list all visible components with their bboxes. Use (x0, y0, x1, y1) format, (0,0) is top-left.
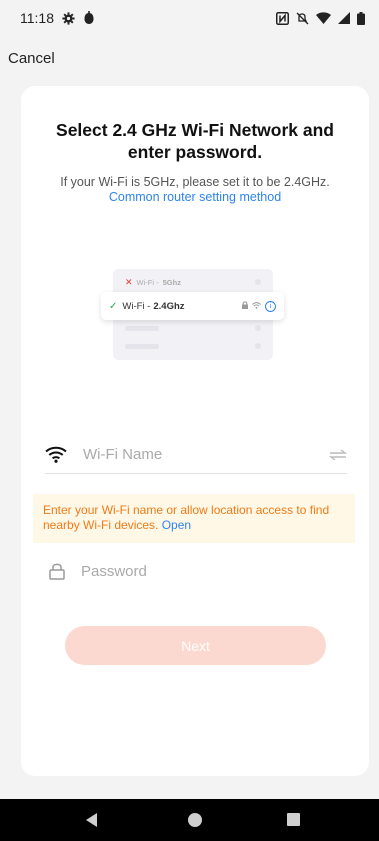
mute-icon (296, 12, 309, 25)
check-icon: ✓ (109, 300, 118, 312)
illustration-placeholder-bar (125, 344, 159, 349)
cell-signal-icon (338, 12, 350, 24)
password-input[interactable]: Password (81, 563, 147, 580)
wifi-icon (45, 446, 67, 463)
illustration-placeholder-bar (125, 326, 159, 331)
info-icon: i (265, 300, 276, 312)
illustration-dot (255, 325, 261, 331)
wifi-name-input[interactable]: Wi-Fi Name (83, 446, 329, 463)
wifi-signal-icon (316, 12, 331, 24)
illustration-dot (255, 343, 261, 349)
illustration-row-5ghz: ✕ Wi-Fi - 5Ghz (125, 277, 181, 288)
cross-icon: ✕ (125, 277, 133, 287)
illustration-dot (255, 279, 261, 285)
next-button[interactable]: Next (65, 626, 326, 665)
recent-apps-icon[interactable] (287, 813, 300, 826)
location-notice: Enter your Wi-Fi name or allow location … (33, 494, 355, 543)
switch-network-icon[interactable] (329, 448, 347, 461)
illustration-24ghz-prefix: Wi-Fi - (122, 300, 151, 312)
wifi-name-field[interactable]: Wi-Fi Name (45, 436, 347, 474)
illustration-24ghz-band: 2.4Ghz (153, 300, 185, 312)
illustration-5ghz-prefix: Wi-Fi - (136, 278, 159, 287)
subtitle: If your Wi-Fi is 5GHz, please set it to … (60, 175, 330, 189)
wifi-setup-card: Select 2.4 GHz Wi-Fi Network and enter p… (21, 86, 369, 776)
status-time: 11:18 (20, 10, 54, 26)
battery-icon (357, 11, 365, 25)
lock-icon (242, 301, 248, 311)
open-location-link[interactable]: Open (162, 518, 191, 532)
notification-icon (83, 11, 95, 25)
status-bar: 11:18 (0, 0, 379, 36)
illustration-5ghz-band: 5Ghz (162, 278, 181, 287)
gear-icon (62, 11, 75, 25)
password-field[interactable]: Password (49, 558, 347, 584)
router-setting-link[interactable]: Common router setting method (21, 190, 369, 204)
back-icon[interactable] (86, 813, 97, 827)
home-icon[interactable] (188, 813, 202, 827)
page-title: Select 2.4 GHz Wi-Fi Network and enter p… (56, 120, 334, 162)
wifi-icon (252, 301, 261, 311)
lock-icon (49, 562, 67, 580)
nfc-icon (276, 11, 289, 25)
navigation-bar (0, 799, 379, 841)
cancel-button[interactable]: Cancel (8, 50, 55, 67)
illustration-row-24ghz: ✓ Wi-Fi - 2.4Ghz i (101, 292, 284, 320)
